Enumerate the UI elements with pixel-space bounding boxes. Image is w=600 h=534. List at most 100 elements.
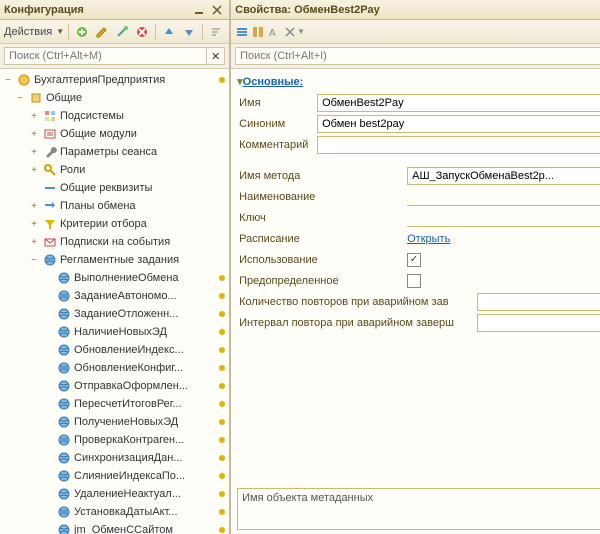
- tree-job-item[interactable]: ВыполнениеОбмена: [0, 269, 229, 287]
- filter-icon: [42, 216, 58, 232]
- tree-item[interactable]: +Подписки на события: [0, 233, 229, 251]
- tree-item[interactable]: +Общие модули: [0, 125, 229, 143]
- tree-item[interactable]: +Критерии отбора: [0, 215, 229, 233]
- tree-job-item[interactable]: УстановкаДатыАкт...: [0, 503, 229, 521]
- view-category-icon[interactable]: [251, 25, 265, 39]
- sort-icon[interactable]: [207, 23, 225, 41]
- name-field[interactable]: [317, 94, 600, 112]
- modified-dot: [219, 275, 225, 281]
- tree-job-item[interactable]: ЗаданиеОтложенн...: [0, 305, 229, 323]
- tree-item[interactable]: Общие реквизиты: [0, 179, 229, 197]
- tree-item[interactable]: −Регламентные задания: [0, 251, 229, 269]
- globe-icon: [56, 324, 72, 340]
- globe-icon: [56, 414, 72, 430]
- display-field[interactable]: [407, 188, 600, 206]
- edit-icon[interactable]: [93, 23, 111, 41]
- tree-job-item[interactable]: УдалениеНеактуал...: [0, 485, 229, 503]
- tree-job-item[interactable]: ОтправкаОформлен...: [0, 377, 229, 395]
- modified-dot: [219, 347, 225, 353]
- globe-icon: [56, 396, 72, 412]
- tree-item[interactable]: +Подсистемы: [0, 107, 229, 125]
- synonym-field[interactable]: [317, 115, 600, 133]
- expand-icon[interactable]: +: [28, 129, 40, 140]
- chevron-down-icon[interactable]: ▼: [56, 27, 64, 36]
- sort-alpha-icon[interactable]: A: [267, 25, 281, 39]
- globe-icon: [56, 522, 72, 534]
- actions-menu[interactable]: Действия: [4, 26, 52, 38]
- modified-dot: [219, 401, 225, 407]
- use-label: Использование: [237, 254, 407, 266]
- config-title: Конфигурация: [4, 4, 189, 16]
- config-panel-header: Конфигурация: [0, 0, 229, 20]
- comment-label: Комментарий: [237, 139, 317, 151]
- config-toolbar: Действия ▼: [0, 20, 229, 44]
- retries-field[interactable]: [477, 293, 600, 311]
- expand-icon[interactable]: −: [14, 93, 26, 104]
- globe-icon: [56, 504, 72, 520]
- predef-checkbox[interactable]: [407, 274, 421, 288]
- tree-job-item[interactable]: ОбновлениеКонфиг...: [0, 359, 229, 377]
- props-panel-header: Свойства: ОбменBest2Pay: [231, 0, 600, 20]
- tree-general[interactable]: − Общие: [0, 89, 229, 107]
- tree-job-item[interactable]: ЗаданиеАвтономо...: [0, 287, 229, 305]
- chevron-down-icon[interactable]: ▼: [297, 27, 305, 36]
- schedule-link[interactable]: Открыть: [407, 233, 450, 245]
- config-search-input[interactable]: [4, 47, 207, 65]
- tree-job-item[interactable]: НаличиеНовыхЭД: [0, 323, 229, 341]
- tree-job-item[interactable]: ОбновлениеИндекс...: [0, 341, 229, 359]
- tree-root[interactable]: − БухгалтерияПредприятия: [0, 71, 229, 89]
- props-search-input[interactable]: [235, 47, 600, 65]
- minimize-icon[interactable]: [191, 2, 207, 18]
- view-list-icon[interactable]: [235, 25, 249, 39]
- globe-icon: [56, 306, 72, 322]
- expand-icon[interactable]: +: [28, 147, 40, 158]
- exchange-icon: [42, 198, 58, 214]
- globe-icon: [56, 486, 72, 502]
- modified-dot: [219, 419, 225, 425]
- props-title: Свойства: ОбменBest2Pay: [235, 4, 600, 16]
- add-icon[interactable]: [73, 23, 91, 41]
- tree-job-item[interactable]: СинхронизацияДан...: [0, 449, 229, 467]
- delete-icon[interactable]: [133, 23, 151, 41]
- predef-label: Предопределенное: [237, 275, 407, 287]
- tree-item[interactable]: +Планы обмена: [0, 197, 229, 215]
- globe-icon: [56, 378, 72, 394]
- group-header[interactable]: Основные:: [237, 75, 600, 88]
- close-icon[interactable]: [209, 2, 225, 18]
- expand-icon[interactable]: +: [28, 219, 40, 230]
- config-tree[interactable]: − БухгалтерияПредприятия − Общие +Подсис…: [0, 69, 229, 534]
- use-checkbox[interactable]: ✓: [407, 253, 421, 267]
- expand-icon[interactable]: +: [28, 201, 40, 212]
- clear-search-icon[interactable]: ✕: [207, 47, 225, 65]
- mail-icon: [42, 234, 58, 250]
- tree-item[interactable]: +Роли: [0, 161, 229, 179]
- modified-dot: [219, 293, 225, 299]
- description-box: Имя объекта метаданных: [237, 488, 600, 530]
- down-icon[interactable]: [180, 23, 198, 41]
- expand-icon[interactable]: −: [28, 255, 40, 266]
- modified-dot: [219, 509, 225, 515]
- interval-field[interactable]: [477, 314, 600, 332]
- tree-item[interactable]: +Параметры сеанса: [0, 143, 229, 161]
- clear-icon[interactable]: [285, 27, 295, 37]
- modified-dot: [219, 473, 225, 479]
- wand-icon[interactable]: [113, 23, 131, 41]
- expand-icon[interactable]: +: [28, 111, 40, 122]
- method-field[interactable]: [407, 167, 600, 185]
- modified-dot: [219, 455, 225, 461]
- tree-job-item[interactable]: ПроверкаКонтраген...: [0, 431, 229, 449]
- tree-job-item[interactable]: СлияниеИндексаПо...: [0, 467, 229, 485]
- expand-icon[interactable]: −: [2, 75, 14, 86]
- retries-label: Количество повторов при аварийном зав: [237, 296, 477, 308]
- tree-job-item[interactable]: jm_ОбменССайтом: [0, 521, 229, 534]
- tree-job-item[interactable]: ПолучениеНовыхЭД: [0, 413, 229, 431]
- key-field[interactable]: [407, 209, 600, 227]
- up-icon[interactable]: [160, 23, 178, 41]
- tree-job-item[interactable]: ПересчетИтоговРег...: [0, 395, 229, 413]
- module-icon: [42, 126, 58, 142]
- expand-icon[interactable]: +: [28, 165, 40, 176]
- comment-field[interactable]: [317, 136, 600, 154]
- modified-dot: [219, 527, 225, 533]
- expand-icon[interactable]: +: [28, 237, 40, 248]
- globe-icon: [56, 342, 72, 358]
